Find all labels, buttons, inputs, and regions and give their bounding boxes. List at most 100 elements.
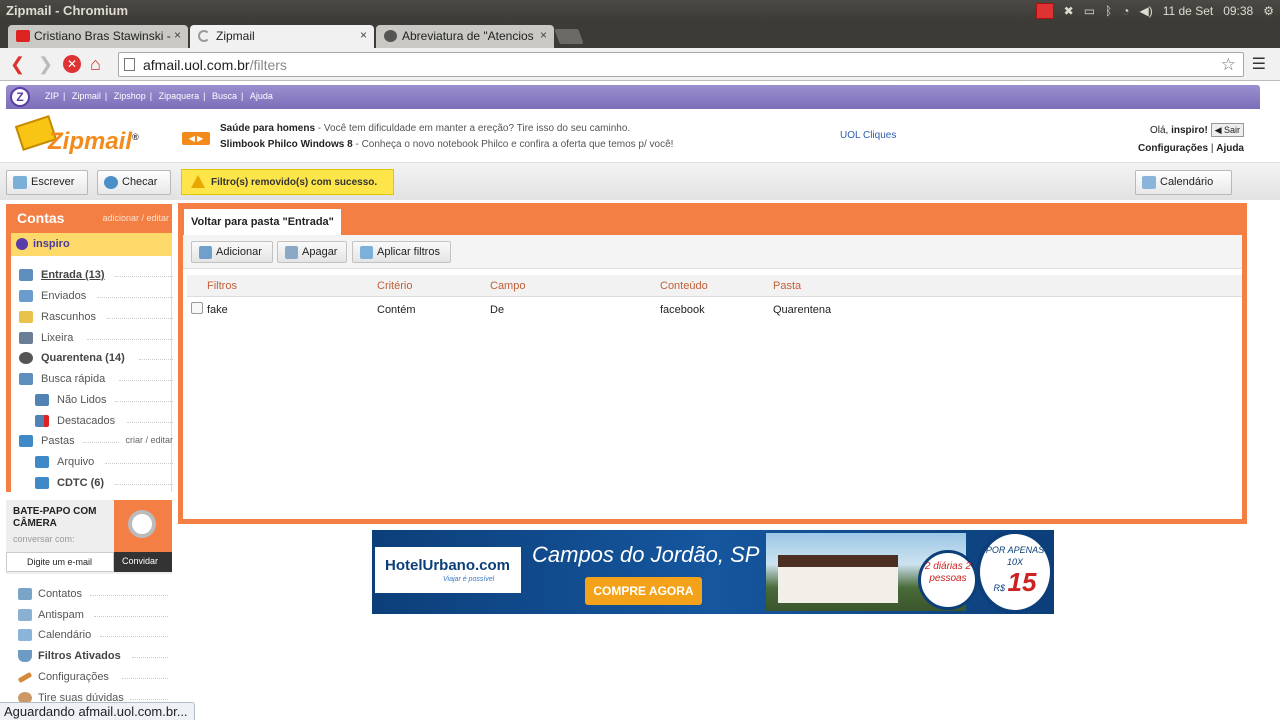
filters-panel: Voltar para pasta "Entrada" Adicionar Ap… xyxy=(178,203,1247,524)
search-folder-icon xyxy=(19,373,33,385)
dropbox-icon[interactable]: ✖ xyxy=(1064,4,1074,18)
tab-close-icon[interactable]: × xyxy=(360,28,367,42)
url-text[interactable]: afmail.uol.com.br/filters xyxy=(143,57,287,73)
tab-title: Zipmail xyxy=(216,29,255,43)
apply-filter-icon xyxy=(360,246,373,259)
trash-icon xyxy=(19,332,33,344)
uol-cliques-link[interactable]: UOL Cliques xyxy=(840,130,896,141)
col-conteudo[interactable]: Conteúdo xyxy=(660,280,708,292)
address-bar[interactable]: afmail.uol.com.br/filters ☆ xyxy=(118,52,1244,77)
tool-calendario[interactable]: Calendário xyxy=(18,627,168,645)
folder-cdtc[interactable]: CDTC (6) xyxy=(35,475,173,493)
ajuda-link[interactable]: Ajuda xyxy=(250,91,273,101)
zip-account-icon xyxy=(16,238,28,250)
zipmail-logo[interactable]: Zipmail® xyxy=(14,114,158,158)
tab-abreviatura[interactable]: Abreviatura de "Atencios × xyxy=(376,25,554,48)
col-campo[interactable]: Campo xyxy=(490,280,525,292)
contas-header: Contas adicionar / editar xyxy=(6,204,172,233)
ad-line-1[interactable]: Saúde para homens - Você tem dificuldade… xyxy=(220,123,630,134)
volume-icon[interactable]: ◀) xyxy=(1139,4,1152,18)
tool-antispam[interactable]: Antispam xyxy=(18,607,168,625)
zip-link[interactable]: ZIP xyxy=(45,91,59,101)
battery-icon[interactable]: ▭ xyxy=(1084,4,1095,18)
calendario-button[interactable]: Calendário xyxy=(1135,170,1232,195)
tool-filtros-ativados[interactable]: Filtros Ativados xyxy=(18,648,168,666)
tool-configuracoes[interactable]: Configurações xyxy=(17,669,168,687)
folder-entrada[interactable]: Entrada (13) xyxy=(19,267,173,285)
chat-email-input[interactable]: Digite um e-mail xyxy=(6,552,114,572)
folder-nao-lidos[interactable]: Não Lidos xyxy=(35,392,173,410)
banner-city: Campos do Jordão, SP xyxy=(532,542,760,567)
convidar-button[interactable]: Convidar xyxy=(114,552,172,572)
home-icon[interactable]: ⌂ xyxy=(90,54,101,74)
folders-icon xyxy=(19,435,33,447)
forward-arrow-icon[interactable]: ❯ xyxy=(38,54,53,74)
hotel-urbano-banner[interactable]: HotelUrbano.com Viajar é possível Campos… xyxy=(372,530,1054,614)
flagged-icon xyxy=(35,415,49,427)
app-indicator-icon[interactable] xyxy=(1035,3,1054,19)
compre-agora-button[interactable]: COMPRE AGORA xyxy=(585,577,702,605)
unread-icon xyxy=(35,394,49,406)
stop-icon[interactable]: ✕ xyxy=(63,55,81,73)
chat-title: BATE-PAPO COM CÂMERA xyxy=(13,506,97,529)
escrever-button[interactable]: Escrever xyxy=(6,170,88,195)
sidebar: Contas adicionar / editar inspiro Entrad… xyxy=(6,204,173,704)
folder-destacados[interactable]: Destacados xyxy=(35,413,173,431)
apagar-button[interactable]: Apagar xyxy=(277,241,347,263)
ad-line-2[interactable]: Slimbook Philco Windows 8 - Conheça o no… xyxy=(220,139,673,150)
mail-toolbar: Escrever Checar Filtro(s) removido(s) co… xyxy=(0,162,1280,200)
tab-title: Abreviatura de "Atencios xyxy=(402,29,534,43)
ad-arrows-icon[interactable]: ◀ ▶ xyxy=(182,132,210,145)
col-pasta[interactable]: Pasta xyxy=(773,280,801,292)
back-arrow-icon[interactable]: ❮ xyxy=(10,54,25,74)
tab-youtube[interactable]: Cristiano Bras Stawinski - × xyxy=(8,25,188,48)
adicionar-button[interactable]: Adicionar xyxy=(191,241,273,263)
navigation-bar: ❮ ❯ ✕ ⌂ afmail.uol.com.br/filters ☆ ☰ xyxy=(0,48,1280,81)
zipaquera-link[interactable]: Zipaquera xyxy=(159,91,200,101)
tab-zipmail[interactable]: Zipmail × xyxy=(190,25,374,48)
table-row[interactable]: fake Contém De facebook Quarentena xyxy=(187,299,1242,321)
sair-button[interactable]: ◀ Sair xyxy=(1210,123,1244,137)
tool-contatos[interactable]: Contatos xyxy=(18,586,168,604)
configuracoes-link[interactable]: Configurações xyxy=(1138,143,1208,154)
compose-icon xyxy=(13,176,27,189)
tab-close-icon[interactable]: × xyxy=(174,28,181,42)
folder-busca-rapida[interactable]: Busca rápida xyxy=(19,371,173,389)
col-criterio[interactable]: Critério xyxy=(377,280,412,292)
bookmark-star-icon[interactable]: ☆ xyxy=(1221,55,1236,75)
zip-logo-icon[interactable]: Z xyxy=(10,87,30,107)
folder-icon xyxy=(35,477,49,489)
folder-pastas[interactable]: Pastas criar / editar xyxy=(19,433,173,451)
adicionar-editar-link[interactable]: adicionar / editar xyxy=(102,213,169,223)
zip-links: ZIP | Zipmail | Zipshop | Zipaquera | Busca |… xyxy=(45,91,273,101)
folder-enviados[interactable]: Enviados xyxy=(19,288,173,306)
ajuda-header-link[interactable]: Ajuda xyxy=(1216,143,1244,154)
aplicar-filtros-button[interactable]: Aplicar filtros xyxy=(352,241,451,263)
tab-close-icon[interactable]: × xyxy=(540,28,547,42)
sent-icon xyxy=(19,290,33,302)
webcam-icon xyxy=(114,500,172,552)
row-checkbox[interactable] xyxy=(191,302,203,314)
folder-quarentena[interactable]: Quarentena (14) xyxy=(19,350,173,368)
folder-lixeira[interactable]: Lixeira xyxy=(19,330,173,348)
new-tab-button[interactable] xyxy=(554,29,584,44)
menu-icon[interactable]: ☰ xyxy=(1252,54,1266,74)
folder-list: Entrada (13) Enviados Rascunhos Lixeira … xyxy=(6,256,173,493)
busca-link[interactable]: Busca xyxy=(212,91,237,101)
checar-button[interactable]: Checar xyxy=(97,170,171,195)
clock-date[interactable]: 11 de Set xyxy=(1163,4,1213,18)
power-gear-icon[interactable]: ⚙ xyxy=(1263,4,1274,18)
window-title: Zipmail - Chromium xyxy=(6,3,129,18)
zipshop-link[interactable]: Zipshop xyxy=(114,91,146,101)
zipmail-link[interactable]: Zipmail xyxy=(72,91,101,101)
voltar-entrada-tab[interactable]: Voltar para pasta "Entrada" xyxy=(184,209,341,235)
folder-rascunhos[interactable]: Rascunhos xyxy=(19,309,173,327)
clock-time[interactable]: 09:38 xyxy=(1223,4,1253,18)
bluetooth-icon[interactable]: ᛒ xyxy=(1105,4,1112,18)
col-filtros[interactable]: Filtros xyxy=(207,280,237,292)
wifi-icon[interactable]: ◔ xyxy=(1122,4,1129,18)
filter-icon xyxy=(18,650,32,662)
folder-arquivo[interactable]: Arquivo xyxy=(35,454,173,472)
criar-editar-link[interactable]: criar / editar xyxy=(125,435,173,445)
account-item[interactable]: inspiro xyxy=(6,233,172,256)
